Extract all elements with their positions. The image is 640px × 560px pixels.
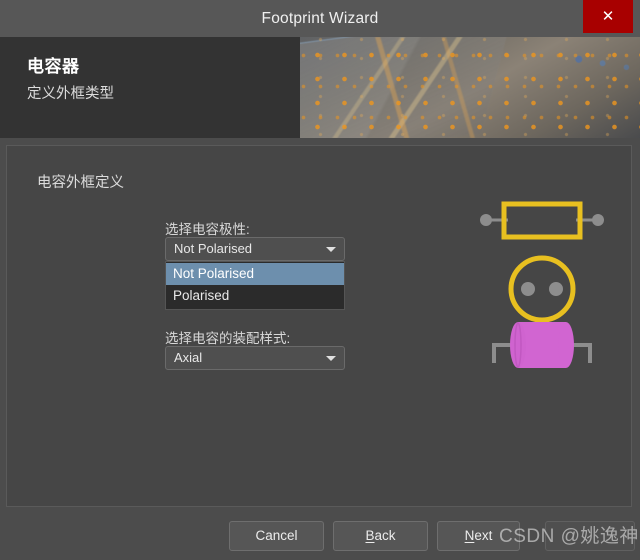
capacitor-round-pad-preview (508, 255, 576, 323)
mounting-style-select[interactable]: Axial (165, 346, 345, 370)
title-bar: Footprint Wizard ✕ (0, 0, 640, 37)
mounting-style-field-label: 选择电容的装配样式: (165, 331, 291, 346)
axial-capacitor-body-preview (492, 322, 592, 368)
next-button-label: N (464, 528, 475, 543)
banner-subtitle: 定义外框类型 (27, 86, 114, 102)
back-button-label: B (365, 528, 375, 543)
cancel-button[interactable]: Cancel (229, 521, 324, 551)
capacitor-footprint-outline (480, 201, 604, 240)
window-title: Footprint Wizard (261, 10, 379, 27)
pcb-photo (300, 37, 640, 138)
dropdown-option-polarised[interactable]: Polarised (166, 285, 344, 307)
next-button[interactable]: Next (437, 521, 520, 551)
chevron-down-icon (326, 247, 336, 252)
footprint-preview (472, 194, 612, 424)
finish-button[interactable] (545, 521, 635, 551)
section-label: 电容外框定义 (37, 175, 124, 191)
back-button[interactable]: Back (333, 521, 428, 551)
dropdown-option-not-polarised[interactable]: Not Polarised (166, 263, 344, 285)
footprint-wizard-window: Footprint Wizard ✕ 电容器 定义外框类型 电容外框定义 选择电… (0, 0, 640, 560)
mounting-style-select-value: Axial (174, 350, 203, 365)
close-button[interactable]: ✕ (583, 0, 633, 33)
polarity-field-label: 选择电容极性: (165, 222, 250, 237)
polarity-dropdown-list[interactable]: Not Polarised Polarised (165, 261, 345, 310)
close-icon: ✕ (601, 8, 615, 25)
wizard-banner: 电容器 定义外框类型 (0, 37, 640, 138)
polarity-select-value: Not Polarised (174, 241, 253, 256)
footer-bar: Cancel Back Next (0, 508, 640, 560)
preview-graphics (480, 201, 604, 368)
pcb-pads (300, 37, 640, 138)
content-panel: 电容外框定义 选择电容极性: Not Polarised Not Polaris… (6, 145, 632, 507)
banner-title: 电容器 (27, 57, 80, 76)
chevron-down-icon (326, 356, 336, 361)
polarity-select[interactable]: Not Polarised (165, 237, 345, 261)
